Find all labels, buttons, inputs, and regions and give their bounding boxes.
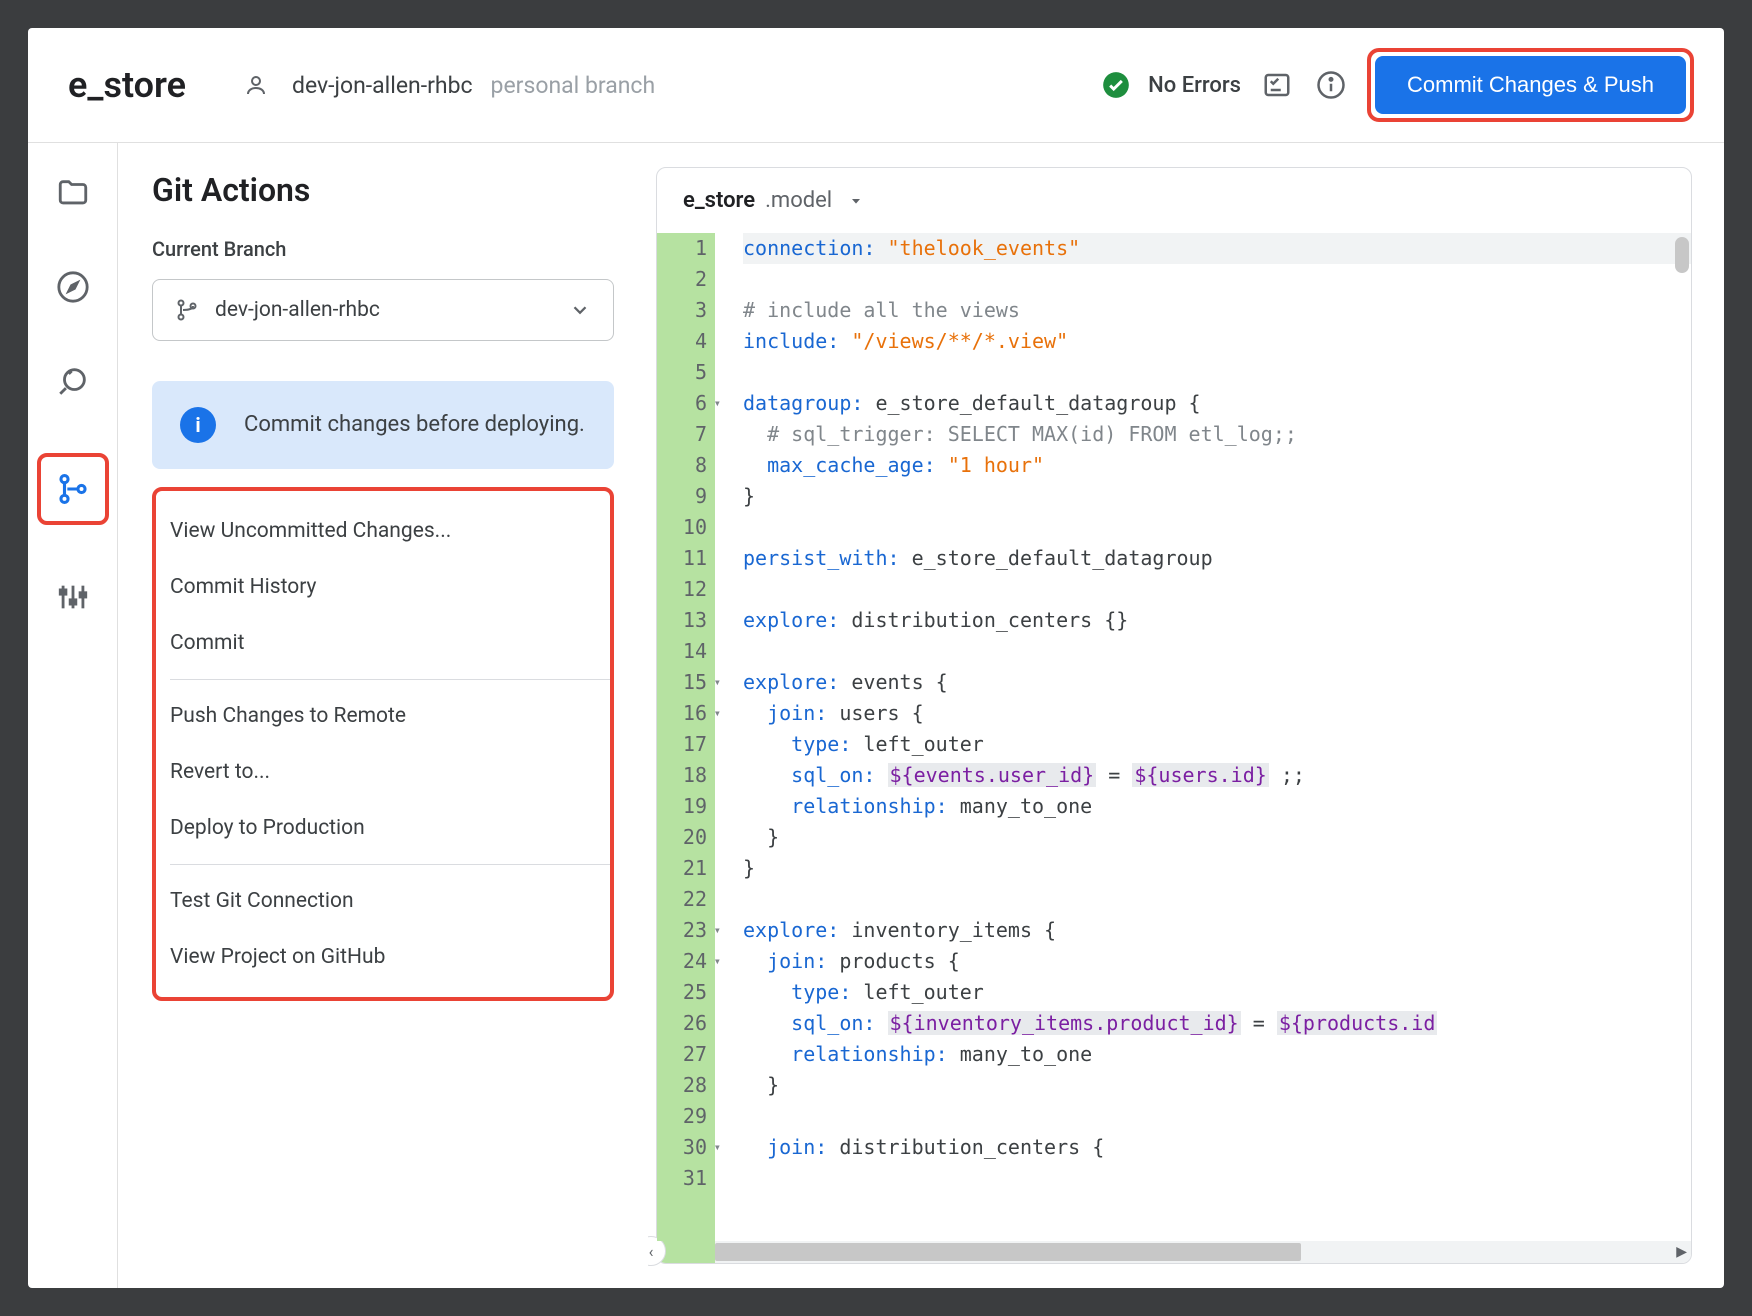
validate-icon[interactable] xyxy=(1259,67,1295,103)
file-tab[interactable]: e_store .model xyxy=(657,168,1691,233)
left-iconbar xyxy=(28,143,118,1288)
git-action-item[interactable]: Test Git Connection xyxy=(156,873,610,929)
git-action-item[interactable]: Revert to... xyxy=(156,744,610,800)
branch-selector-value: dev-jon-allen-rhbc xyxy=(215,298,553,322)
horizontal-scrollbar[interactable]: ▶ xyxy=(715,1241,1691,1263)
iconbar-files[interactable] xyxy=(51,171,95,215)
iconbar-compass[interactable] xyxy=(51,265,95,309)
file-name-bold: e_store xyxy=(683,188,755,213)
file-tab-chevron-icon xyxy=(848,193,864,209)
branch-selector[interactable]: dev-jon-allen-rhbc xyxy=(152,279,614,341)
info-banner: i Commit changes before deploying. xyxy=(152,381,614,469)
project-name: e_store xyxy=(68,64,186,106)
info-icon[interactable] xyxy=(1313,67,1349,103)
branch-name: dev-jon-allen-rhbc xyxy=(292,72,473,99)
top-bar: e_store dev-jon-allen-rhbc personal bran… xyxy=(28,28,1724,143)
iconbar-search[interactable] xyxy=(51,359,95,403)
git-action-item[interactable]: Commit History xyxy=(156,559,610,615)
chevron-down-icon xyxy=(569,299,591,321)
editor-area: ‹ e_store.model 123456789101112131415161… xyxy=(648,143,1724,1288)
commit-button-highlight: Commit Changes & Push xyxy=(1367,48,1694,122)
current-branch-label: Current Branch xyxy=(152,237,614,261)
iconbar-git-highlight xyxy=(37,453,109,525)
action-divider xyxy=(170,864,610,865)
file-name-ext: .model xyxy=(765,188,832,213)
git-action-item[interactable]: Push Changes to Remote xyxy=(156,688,610,744)
iconbar-settings[interactable] xyxy=(51,575,95,619)
person-icon xyxy=(244,73,268,97)
code-editor[interactable]: 1234567891011121314151617181920212223242… xyxy=(657,233,1691,1241)
ide-window: e_store dev-jon-allen-rhbc personal bran… xyxy=(28,28,1724,1288)
git-panel: Git Actions Current Branch dev-jon-allen… xyxy=(118,143,648,1288)
vertical-scrollbar[interactable] xyxy=(1675,237,1689,273)
main-body: Git Actions Current Branch dev-jon-allen… xyxy=(28,143,1724,1288)
scroll-right-arrow[interactable]: ▶ xyxy=(1676,1244,1687,1260)
iconbar-git[interactable] xyxy=(51,467,95,511)
validation-status: No Errors xyxy=(1148,73,1241,98)
git-actions-highlight: View Uncommitted Changes...Commit Histor… xyxy=(152,487,614,1001)
line-gutter: 1234567891011121314151617181920212223242… xyxy=(657,233,715,1241)
code-content[interactable]: connection: "thelook_events" # include a… xyxy=(715,233,1691,1241)
git-action-item[interactable]: Deploy to Production xyxy=(156,800,610,856)
action-divider xyxy=(170,679,610,680)
branch-icon xyxy=(175,298,199,322)
info-banner-icon: i xyxy=(180,407,216,443)
panel-title: Git Actions xyxy=(152,171,614,209)
git-action-item[interactable]: Commit xyxy=(156,615,610,671)
info-banner-text: Commit changes before deploying. xyxy=(244,410,585,441)
editor-card: e_store .model 12345678910111213141516171… xyxy=(656,167,1692,1264)
commit-push-button[interactable]: Commit Changes & Push xyxy=(1375,56,1686,114)
git-action-item[interactable]: View Project on GitHub xyxy=(156,929,610,985)
check-icon xyxy=(1102,71,1130,99)
horizontal-scrollbar-thumb[interactable] xyxy=(715,1243,1301,1261)
git-action-item[interactable]: View Uncommitted Changes... xyxy=(156,503,610,559)
branch-description: personal branch xyxy=(491,72,656,99)
